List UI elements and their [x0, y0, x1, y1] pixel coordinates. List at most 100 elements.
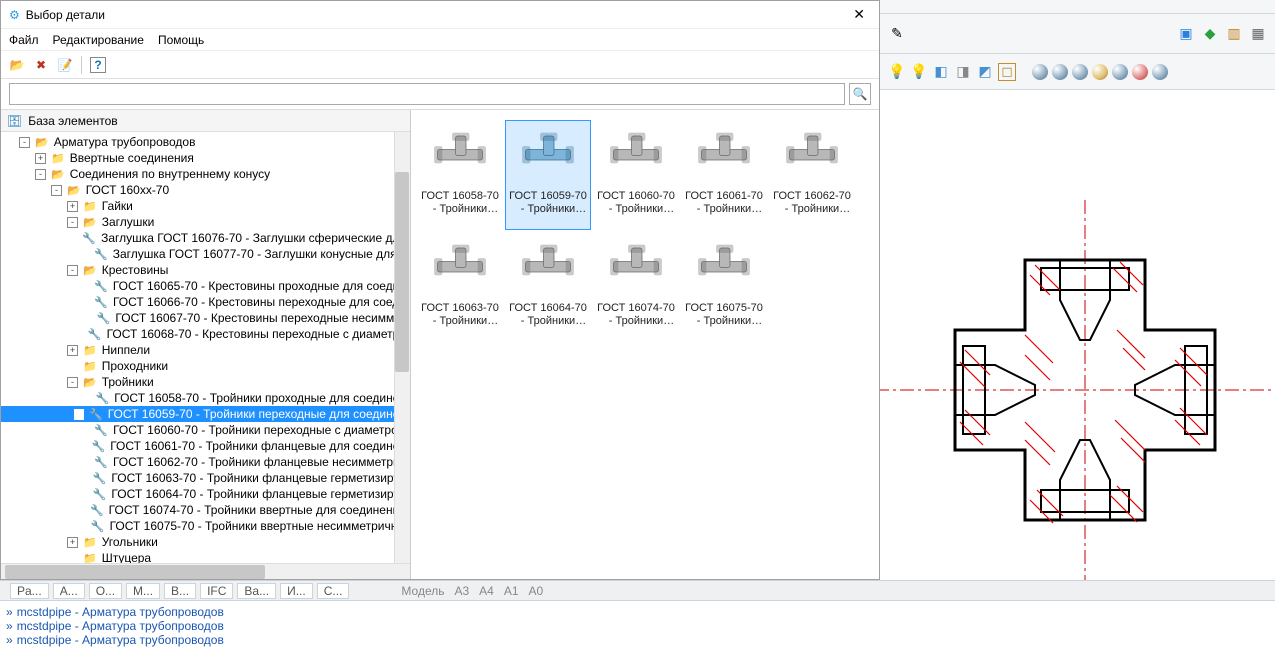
tree-item-label: Соединения по внутреннему конусу: [70, 167, 270, 181]
bulb-off-icon[interactable]: 💡: [910, 63, 928, 81]
tree-item-тройн[interactable]: -📂Тройники: [1, 374, 410, 390]
drawing-canvas[interactable]: [880, 90, 1275, 600]
tree-item-т062[interactable]: 🔧ГОСТ 16062-70 - Тройники фланцевые неси…: [1, 454, 410, 470]
cube3-icon[interactable]: ◩: [976, 63, 994, 81]
tree-vscroll[interactable]: [394, 132, 410, 563]
close-icon[interactable]: ✕: [847, 4, 871, 25]
tree-item-к065[interactable]: 🔧ГОСТ 16065-70 - Крестовины проходные дл…: [1, 278, 410, 294]
delete-icon[interactable]: ✖: [33, 57, 49, 73]
tree-item-соед-кон[interactable]: -📂Соединения по внутреннему конусу: [1, 166, 410, 182]
tree-item-т060[interactable]: 🔧ГОСТ 16060-70 - Тройники переходные с д…: [1, 422, 410, 438]
tree-item-ниппели[interactable]: +📁Ниппели: [1, 342, 410, 358]
sphere2-icon[interactable]: [1052, 64, 1068, 80]
thumb-item-0[interactable]: ГОСТ 16058-70 - Тройники про...: [417, 120, 503, 230]
bottom-tab-7[interactable]: И...: [280, 583, 313, 599]
bottom-tab-4[interactable]: B...: [164, 583, 196, 599]
sheet-tab-3[interactable]: A1: [504, 584, 519, 598]
sheet-tab-2[interactable]: A4: [479, 584, 494, 598]
tree-item-т075[interactable]: 🔧ГОСТ 16075-70 - Тройники ввертные несим…: [1, 518, 410, 534]
sel-box-icon[interactable]: ◻: [998, 63, 1016, 81]
tree-item-т061[interactable]: 🔧ГОСТ 16061-70 - Тройники фланцевые для …: [1, 438, 410, 454]
bottom-tab-8[interactable]: C...: [317, 583, 350, 599]
tree-item-к068[interactable]: 🔧ГОСТ 16068-70 - Крестовины переходные с…: [1, 326, 410, 342]
tree-item-к067[interactable]: 🔧ГОСТ 16067-70 - Крестовины переходные н…: [1, 310, 410, 326]
menu-help[interactable]: Помощь: [158, 33, 204, 47]
tree-item-загл077[interactable]: 🔧Заглушка ГОСТ 16077-70 - Заглушки конус…: [1, 246, 410, 262]
tree-root-row[interactable]: 🗄 База элементов: [1, 110, 410, 132]
expander-icon[interactable]: +: [67, 201, 78, 212]
tree-item-т074[interactable]: 🔧ГОСТ 16074-70 - Тройники ввертные для с…: [1, 502, 410, 518]
bulb-icon[interactable]: 💡: [888, 63, 906, 81]
tree-item-загл076[interactable]: 🔧Заглушка ГОСТ 16076-70 - Заглушки сфери…: [1, 230, 410, 246]
menu-edit[interactable]: Редактирование: [53, 33, 144, 47]
command-console[interactable]: »mcstdpipe - Арматура трубопроводов»mcst…: [0, 600, 1275, 656]
expander-icon[interactable]: +: [67, 345, 78, 356]
tree-item-угол[interactable]: +📁Угольники: [1, 534, 410, 550]
expander-icon[interactable]: -: [51, 185, 62, 196]
bottom-tab-0[interactable]: Pa...: [10, 583, 49, 599]
bottom-tab-2[interactable]: O...: [89, 583, 122, 599]
cube1-icon[interactable]: ◧: [932, 63, 950, 81]
tree-scroll[interactable]: -📂Арматура трубопроводов+📁Ввертные соеди…: [1, 132, 410, 579]
tree-item-label: Заглушка ГОСТ 16077-70 - Заглушки конусн…: [113, 247, 406, 261]
sphere4-icon[interactable]: [1112, 64, 1128, 80]
grid-icon[interactable]: ▦: [1249, 25, 1267, 43]
tree-item-arm[interactable]: -📂Арматура трубопроводов: [1, 134, 410, 150]
sphere3-icon[interactable]: [1072, 64, 1088, 80]
bottom-tab-5[interactable]: IFC: [200, 583, 233, 599]
tree-item-т063[interactable]: 🔧ГОСТ 16063-70 - Тройники фланцевые герм…: [1, 470, 410, 486]
sphere-gold-icon[interactable]: [1092, 64, 1108, 80]
cube2-icon[interactable]: ◨: [954, 63, 972, 81]
search-input[interactable]: [9, 83, 845, 105]
expander-icon[interactable]: -: [67, 217, 78, 228]
thumb-item-3[interactable]: ГОСТ 16061-70 - Тройники фла...: [681, 120, 767, 230]
door-icon[interactable]: ▣: [1177, 25, 1195, 43]
tree-item-крест[interactable]: -📂Крестовины: [1, 262, 410, 278]
part-icon: 🔧: [93, 488, 107, 501]
tree-item-гайки[interactable]: +📁Гайки: [1, 198, 410, 214]
tree-item-т058[interactable]: 🔧ГОСТ 16058-70 - Тройники проходные для …: [1, 390, 410, 406]
dialog-titlebar[interactable]: ⚙ Выбор детали ✕: [1, 1, 879, 29]
tree-item-к066[interactable]: 🔧ГОСТ 16066-70 - Крестовины переходные д…: [1, 294, 410, 310]
bottom-tab-3[interactable]: M...: [126, 583, 160, 599]
tree-item-label: ГОСТ 16061-70 - Тройники фланцевые для с…: [110, 439, 406, 453]
tree-item-ввертные[interactable]: +📁Ввертные соединения: [1, 150, 410, 166]
expander-icon[interactable]: +: [35, 153, 46, 164]
tree-item-т064[interactable]: 🔧ГОСТ 16064-70 - Тройники фланцевые герм…: [1, 486, 410, 502]
tree-hscroll[interactable]: [1, 563, 410, 579]
expander-icon[interactable]: +: [67, 537, 78, 548]
bottom-tab-1[interactable]: A...: [53, 583, 85, 599]
thumb-item-8[interactable]: ГОСТ 16075-70 - Тройники вве...: [681, 232, 767, 342]
green-icon[interactable]: ◆: [1201, 25, 1219, 43]
sheet-tab-0[interactable]: Модель: [401, 584, 444, 598]
tree-item-проход[interactable]: 📁Проходники: [1, 358, 410, 374]
box-icon[interactable]: ▥: [1225, 25, 1243, 43]
open-icon[interactable]: 📂: [9, 57, 25, 73]
thumbnail-pane[interactable]: ГОСТ 16058-70 - Тройники про... ГОСТ 160…: [411, 110, 879, 579]
menu-file[interactable]: Файл: [9, 33, 39, 47]
expander-icon[interactable]: -: [67, 377, 78, 388]
thumb-item-2[interactable]: ГОСТ 16060-70 - Тройники пер...: [593, 120, 679, 230]
sphere-red-icon[interactable]: [1132, 64, 1148, 80]
bottom-tab-6[interactable]: Ba...: [237, 583, 276, 599]
pencil-icon[interactable]: ✎: [888, 25, 906, 43]
search-button[interactable]: 🔍: [849, 83, 871, 105]
tree-item-гост160[interactable]: -📂ГОСТ 160xx-70: [1, 182, 410, 198]
edit-icon[interactable]: 📝: [57, 57, 73, 73]
help-icon[interactable]: ?: [90, 57, 106, 73]
thumb-item-1[interactable]: ГОСТ 16059-70 - Тройники пер...: [505, 120, 591, 230]
expander-icon[interactable]: -: [35, 169, 46, 180]
tree-item-т059[interactable]: 🔧ГОСТ 16059-70 - Тройники переходные для…: [1, 406, 410, 422]
thumb-item-4[interactable]: ГОСТ 16062-70 - Тройники фла...: [769, 120, 855, 230]
sphere1-icon[interactable]: [1032, 64, 1048, 80]
thumb-item-5[interactable]: ГОСТ 16063-70 - Тройники фла...: [417, 232, 503, 342]
thumb-item-6[interactable]: ГОСТ 16064-70 - Тройники фла...: [505, 232, 591, 342]
tree-item-заглушки[interactable]: -📂Заглушки: [1, 214, 410, 230]
sphere5-icon[interactable]: [1152, 64, 1168, 80]
expander-icon[interactable]: -: [67, 265, 78, 276]
tee-icon: [516, 122, 580, 186]
sheet-tab-4[interactable]: A0: [529, 584, 544, 598]
sheet-tab-1[interactable]: A3: [454, 584, 469, 598]
thumb-item-7[interactable]: ГОСТ 16074-70 - Тройники вве...: [593, 232, 679, 342]
expander-icon[interactable]: -: [19, 137, 30, 148]
